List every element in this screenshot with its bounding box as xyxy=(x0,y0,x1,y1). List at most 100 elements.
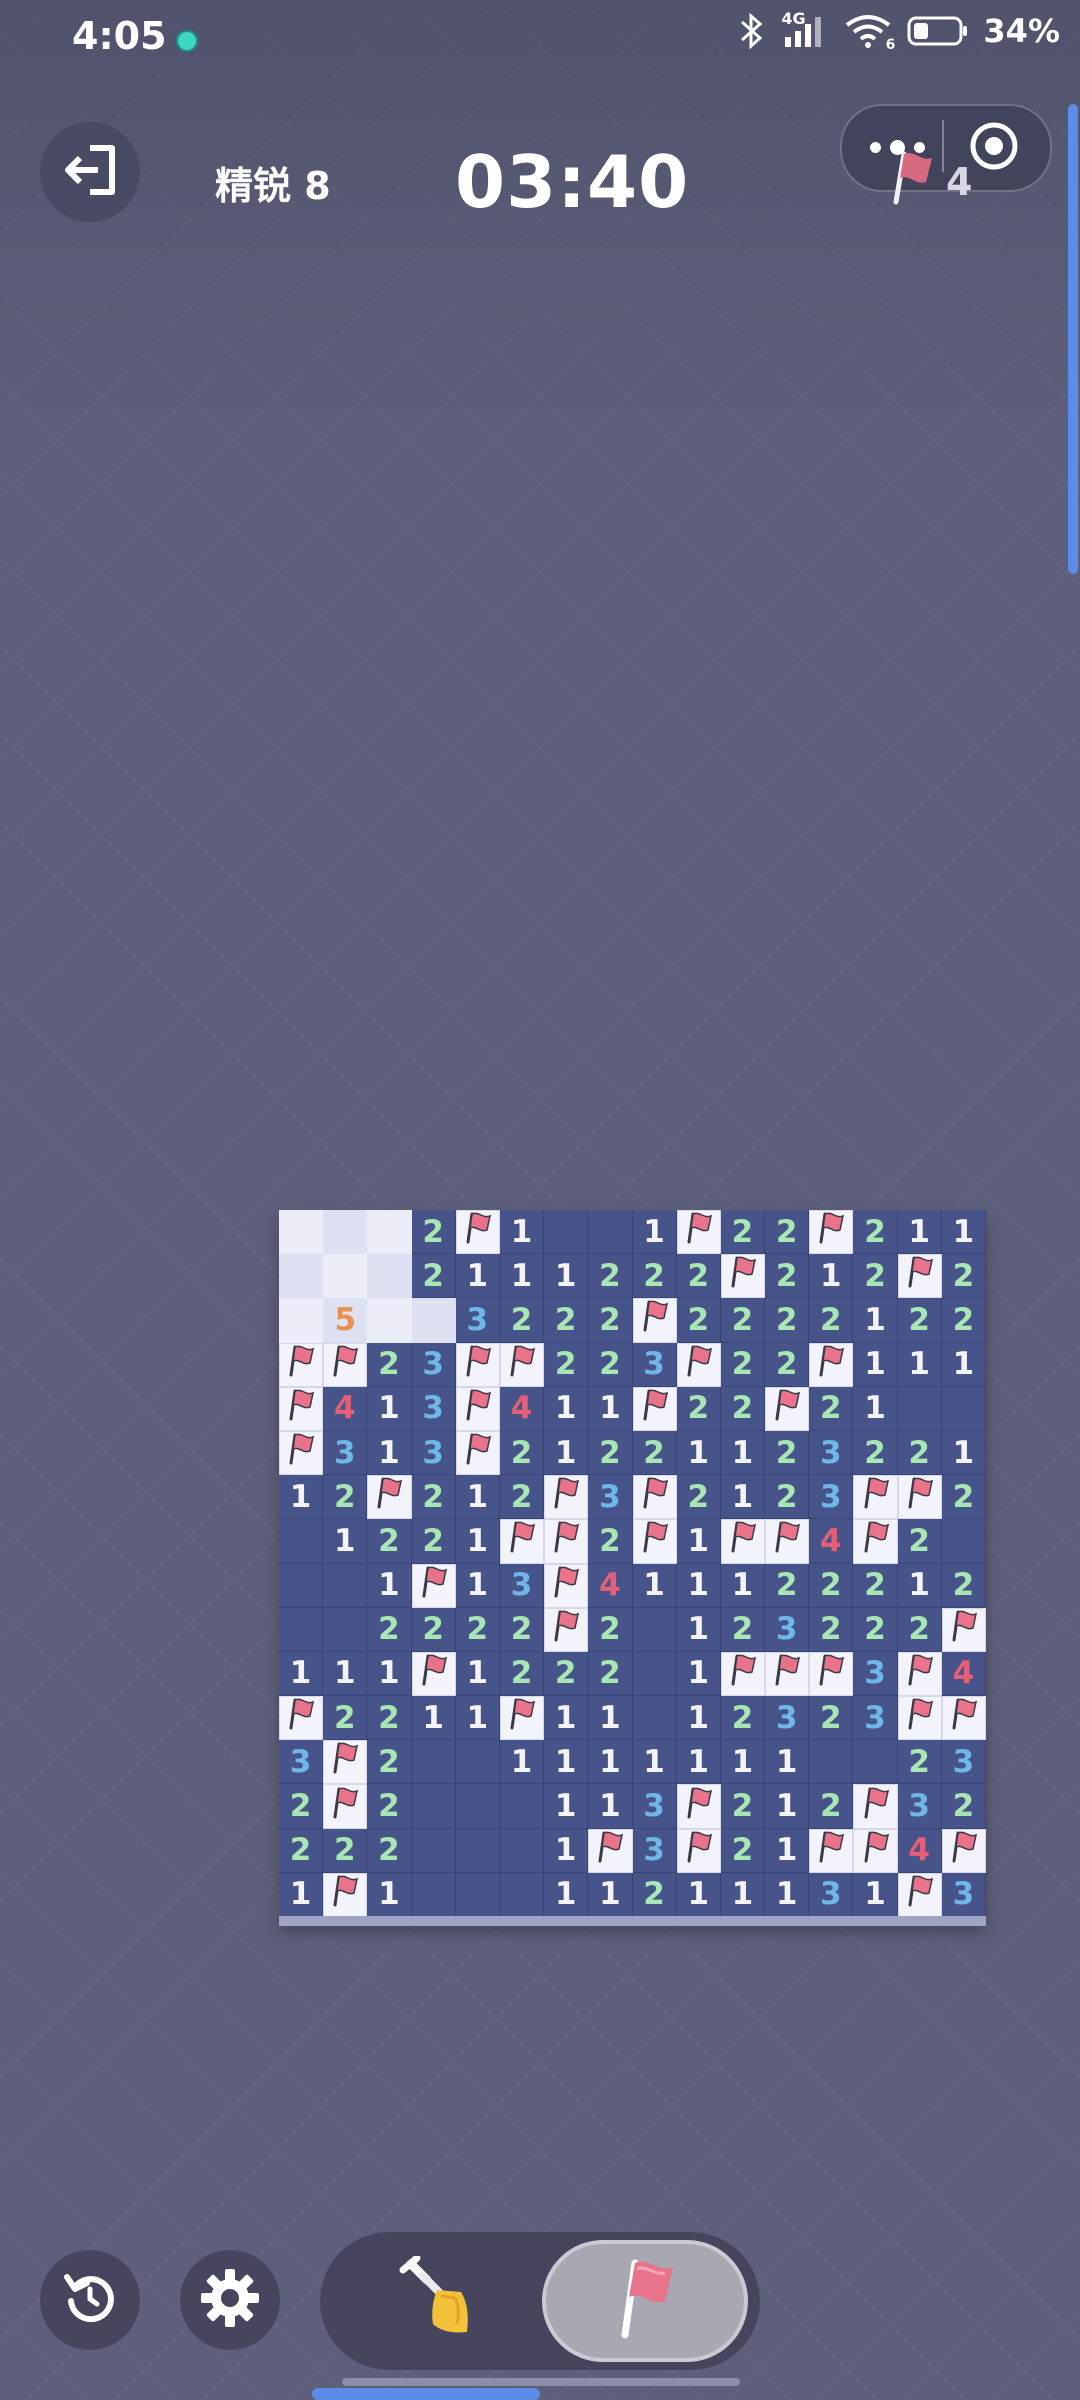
cell-empty[interactable] xyxy=(809,1740,854,1785)
cell-number[interactable]: 2 xyxy=(809,1563,854,1608)
cell-number[interactable]: 1 xyxy=(499,1740,545,1785)
cell-number[interactable]: 3 xyxy=(499,1563,545,1608)
cell-number[interactable]: 1 xyxy=(499,1254,545,1299)
cell-number[interactable]: 2 xyxy=(367,1696,412,1741)
cell-empty[interactable] xyxy=(941,1519,986,1564)
cell-number[interactable]: 1 xyxy=(544,1740,589,1785)
cell-number[interactable]: 2 xyxy=(941,1254,986,1299)
cell-number[interactable]: 1 xyxy=(455,1696,500,1741)
cell-number[interactable]: 2 xyxy=(765,1430,810,1476)
cell-number[interactable]: 2 xyxy=(588,1607,633,1652)
cell-empty[interactable] xyxy=(279,1607,324,1652)
cell-number[interactable]: 1 xyxy=(544,1430,589,1476)
cell-empty[interactable] xyxy=(323,1607,368,1652)
settings-button[interactable] xyxy=(180,2250,280,2350)
cell-flag[interactable] xyxy=(455,1210,500,1255)
cell-number[interactable]: 1 xyxy=(941,1342,986,1387)
cell-number[interactable]: 2 xyxy=(367,1784,412,1829)
cell-number[interactable]: 1 xyxy=(588,1696,633,1741)
cell-flag[interactable] xyxy=(941,1828,986,1873)
cell-number[interactable]: 2 xyxy=(676,1386,721,1431)
cell-flag[interactable] xyxy=(853,1519,898,1564)
cell-number[interactable]: 1 xyxy=(588,1740,633,1785)
cell-number[interactable]: 2 xyxy=(632,1430,677,1476)
cell-number[interactable]: 1 xyxy=(765,1740,810,1785)
cell-empty[interactable] xyxy=(499,1828,545,1873)
cell-number[interactable]: 1 xyxy=(455,1651,500,1697)
cell-number[interactable]: 1 xyxy=(544,1254,589,1299)
cell-flag[interactable] xyxy=(323,1872,368,1917)
cell-number[interactable]: 1 xyxy=(809,1254,854,1299)
cell-number[interactable]: 3 xyxy=(941,1740,986,1785)
cell-flag[interactable] xyxy=(544,1519,589,1564)
cell-number[interactable]: 2 xyxy=(323,1696,368,1741)
cell-number[interactable]: 1 xyxy=(676,1872,721,1917)
cell-empty[interactable] xyxy=(499,1784,545,1829)
cell-unrevealed[interactable] xyxy=(367,1298,412,1343)
cell-flag[interactable] xyxy=(897,1872,942,1917)
cell-number[interactable]: 2 xyxy=(809,1386,854,1431)
cell-number[interactable]: 2 xyxy=(941,1298,986,1343)
cell-number[interactable]: 2 xyxy=(676,1475,721,1520)
cell-number[interactable]: 1 xyxy=(455,1254,500,1299)
cell-empty[interactable] xyxy=(279,1563,324,1608)
cell-flag[interactable] xyxy=(455,1342,500,1387)
cell-flag[interactable] xyxy=(720,1519,766,1564)
cell-number[interactable]: 2 xyxy=(853,1210,898,1255)
cell-number[interactable]: 2 xyxy=(323,1828,368,1873)
cell-number[interactable]: 4 xyxy=(323,1386,368,1431)
cell-number[interactable]: 4 xyxy=(809,1519,854,1564)
cell-flag[interactable] xyxy=(809,1651,854,1697)
cell-number[interactable]: 1 xyxy=(720,1563,766,1608)
cell-number[interactable]: 2 xyxy=(853,1607,898,1652)
cell-flag[interactable] xyxy=(676,1210,721,1255)
cell-number[interactable]: 3 xyxy=(897,1784,942,1829)
cell-number[interactable]: 2 xyxy=(897,1607,942,1652)
cell-flag[interactable] xyxy=(897,1651,942,1697)
cell-number[interactable]: 4 xyxy=(897,1828,942,1873)
cell-flag[interactable] xyxy=(455,1430,500,1476)
cell-number[interactable]: 1 xyxy=(853,1386,898,1431)
exit-button[interactable] xyxy=(40,122,140,222)
cell-number[interactable]: 3 xyxy=(941,1872,986,1917)
cell-empty[interactable] xyxy=(455,1872,500,1917)
cell-unrevealed[interactable] xyxy=(367,1254,412,1299)
cell-flag[interactable] xyxy=(897,1696,942,1741)
cell-number[interactable]: 2 xyxy=(853,1563,898,1608)
cell-number[interactable]: 2 xyxy=(367,1519,412,1564)
cell-number[interactable]: 3 xyxy=(632,1828,677,1873)
cell-number[interactable]: 1 xyxy=(588,1784,633,1829)
cell-flag[interactable] xyxy=(676,1784,721,1829)
cell-number[interactable]: 4 xyxy=(941,1651,986,1697)
cell-number[interactable]: 2 xyxy=(765,1298,810,1343)
cell-flag[interactable] xyxy=(279,1386,324,1431)
cell-number[interactable]: 1 xyxy=(720,1475,766,1520)
cell-number[interactable]: 2 xyxy=(720,1210,766,1255)
cell-flag[interactable] xyxy=(809,1828,854,1873)
cell-flag[interactable] xyxy=(279,1342,324,1387)
cell-number[interactable]: 1 xyxy=(544,1828,589,1873)
cell-number[interactable]: 1 xyxy=(720,1740,766,1785)
cell-flag[interactable] xyxy=(632,1298,677,1343)
cell-flag[interactable] xyxy=(367,1475,412,1520)
cell-empty[interactable] xyxy=(411,1740,456,1785)
cell-number[interactable]: 2 xyxy=(676,1254,721,1299)
cell-number[interactable]: 1 xyxy=(544,1872,589,1917)
cell-number[interactable]: 2 xyxy=(809,1784,854,1829)
cell-number[interactable]: 2 xyxy=(588,1651,633,1697)
cell-number[interactable]: 2 xyxy=(809,1607,854,1652)
cell-number[interactable]: 2 xyxy=(279,1784,324,1829)
cell-flag[interactable] xyxy=(720,1651,766,1697)
cell-flag[interactable] xyxy=(499,1696,545,1741)
cell-empty[interactable] xyxy=(279,1519,324,1564)
cell-empty[interactable] xyxy=(455,1828,500,1873)
cell-number[interactable]: 3 xyxy=(765,1696,810,1741)
cell-empty[interactable] xyxy=(632,1651,677,1697)
cell-flag[interactable] xyxy=(544,1563,589,1608)
cell-flag[interactable] xyxy=(499,1519,545,1564)
cell-number[interactable]: 2 xyxy=(544,1651,589,1697)
cell-number[interactable]: 3 xyxy=(323,1430,368,1476)
cell-number[interactable]: 2 xyxy=(941,1563,986,1608)
cell-number[interactable]: 1 xyxy=(632,1563,677,1608)
cell-flag[interactable] xyxy=(323,1740,368,1785)
